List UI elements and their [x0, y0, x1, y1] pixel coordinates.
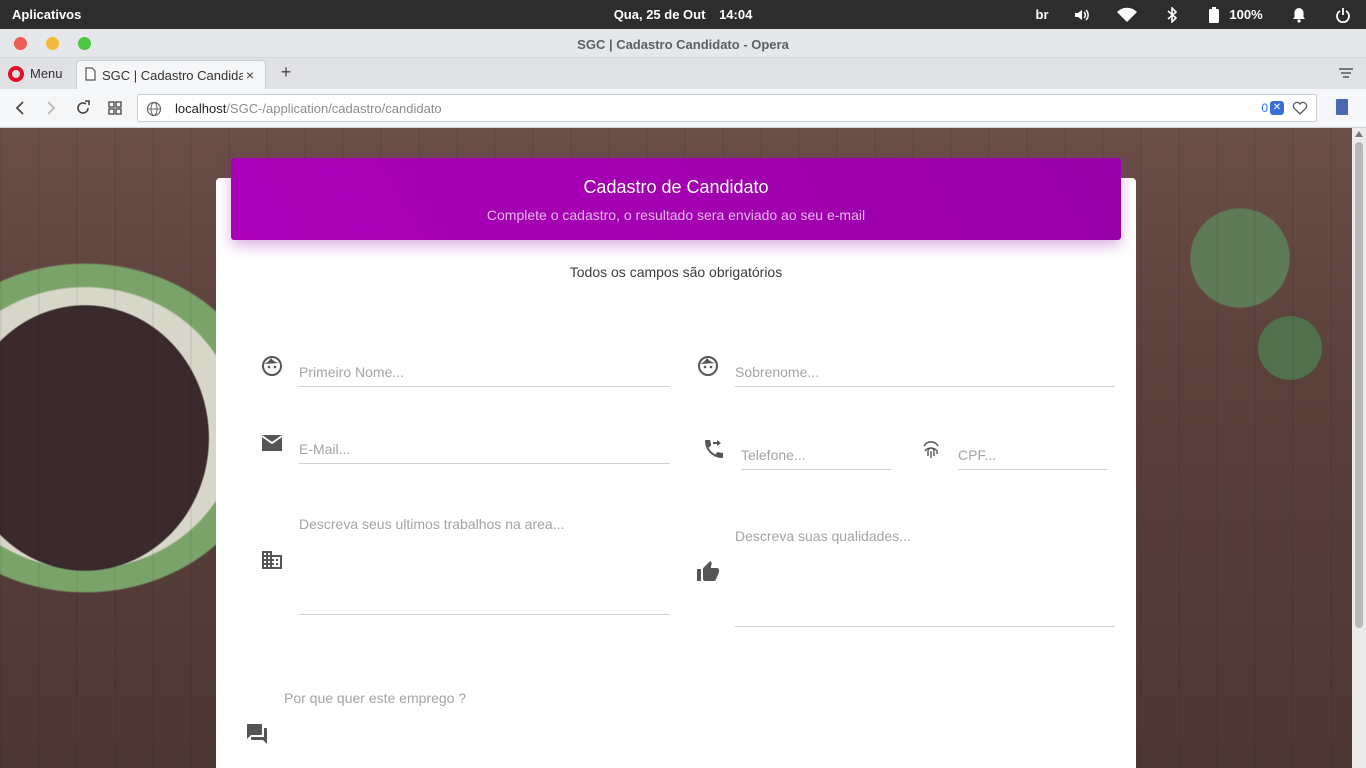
page-title: Cadastro de Candidato	[583, 177, 769, 197]
window-title: SGC | Cadastro Candidato - Opera	[577, 37, 789, 52]
clock-time: 14:04	[719, 7, 753, 22]
motivation-field[interactable]	[284, 690, 664, 768]
face-icon	[696, 354, 720, 378]
forum-icon	[245, 722, 269, 746]
blocked-count: 0	[1261, 101, 1268, 115]
face-icon	[260, 354, 284, 378]
fingerprint-icon	[919, 437, 943, 461]
new-tab-button[interactable]: +	[276, 62, 296, 84]
card-header: Cadastro de Candidato Complete o cadastr…	[231, 158, 1121, 240]
close-tab-icon[interactable]: ×	[243, 67, 257, 83]
last-name-field[interactable]	[735, 358, 1115, 387]
page-scrollbar[interactable]	[1352, 128, 1366, 768]
navigation-bar: localhost/SGC-/application/cadastro/cand…	[0, 89, 1366, 128]
url-text[interactable]: localhost/SGC-/application/cadastro/cand…	[175, 101, 442, 116]
address-bar[interactable]: localhost/SGC-/application/cadastro/cand…	[137, 94, 1317, 122]
battery-percent: 100%	[1229, 7, 1263, 22]
first-name-field[interactable]	[299, 358, 670, 387]
opera-logo-icon	[8, 65, 24, 82]
battery-icon[interactable]	[1208, 0, 1220, 29]
back-icon[interactable]	[10, 98, 30, 118]
experience-field[interactable]	[299, 516, 670, 615]
page-subtitle: Complete o cadastro, o resultado sera en…	[486, 207, 866, 223]
scroll-up-icon[interactable]	[1355, 131, 1363, 137]
email-field[interactable]	[299, 435, 670, 464]
bookmarks-sidebar-icon[interactable]	[1336, 99, 1348, 115]
speed-dial-icon[interactable]	[105, 98, 125, 118]
experience-textarea[interactable]	[299, 516, 670, 614]
motivation-textarea[interactable]	[284, 690, 664, 768]
required-fields-note: Todos os campos são obrigatórios	[569, 264, 783, 280]
reload-icon[interactable]	[73, 98, 93, 118]
globe-icon	[146, 101, 162, 117]
url-host: localhost	[175, 101, 227, 116]
page-background: Cadastro de Candidato Complete o cadastr…	[0, 128, 1352, 768]
ad-blocker-badge[interactable]: 0 ✕	[1261, 101, 1284, 115]
heart-icon[interactable]	[1292, 100, 1308, 116]
opera-menu-button[interactable]: Menu	[8, 58, 63, 89]
email-input[interactable]	[299, 435, 670, 463]
notifications-icon[interactable]	[1290, 0, 1308, 29]
forward-icon[interactable]	[41, 98, 61, 118]
system-top-bar: Aplicativos Qua, 25 de Out 14:04 br 100%	[0, 0, 1366, 29]
keyboard-layout-indicator[interactable]: br	[1030, 0, 1054, 29]
phone-field[interactable]	[741, 441, 892, 470]
tab-menu-icon[interactable]	[1338, 66, 1354, 80]
page-favicon-icon	[85, 66, 96, 84]
tab-bar: Menu SGC | Cadastro Candidato × +	[0, 58, 1366, 89]
tab-title: SGC | Cadastro Candidato	[102, 67, 243, 83]
tab-sgc-cadastro[interactable]: SGC | Cadastro Candidato ×	[76, 60, 266, 89]
wifi-icon[interactable]	[1114, 0, 1140, 29]
opera-menu-label: Menu	[30, 66, 63, 81]
last-name-input[interactable]	[735, 358, 1115, 386]
cpf-input[interactable]	[958, 441, 1108, 469]
clock[interactable]: Qua, 25 de Out 14:04	[0, 7, 1366, 22]
phone-input[interactable]	[741, 441, 892, 469]
qualities-field[interactable]	[735, 528, 1115, 627]
first-name-input[interactable]	[299, 358, 670, 386]
phone-forwarded-icon	[702, 437, 726, 461]
business-icon	[260, 548, 284, 572]
bluetooth-icon[interactable]	[1164, 0, 1180, 29]
volume-icon[interactable]	[1072, 0, 1092, 29]
window-title-bar: SGC | Cadastro Candidato - Opera	[0, 29, 1366, 58]
cpf-field[interactable]	[958, 441, 1108, 470]
ad-blocker-shield-icon: ✕	[1270, 101, 1284, 115]
power-icon[interactable]	[1334, 0, 1352, 29]
url-path: /SGC-/application/cadastro/candidato	[226, 101, 442, 116]
thumb-up-icon	[696, 560, 720, 584]
mail-icon	[260, 431, 284, 455]
clock-date: Qua, 25 de Out	[613, 7, 706, 22]
qualities-textarea[interactable]	[735, 528, 1115, 626]
scrollbar-thumb[interactable]	[1355, 142, 1363, 628]
